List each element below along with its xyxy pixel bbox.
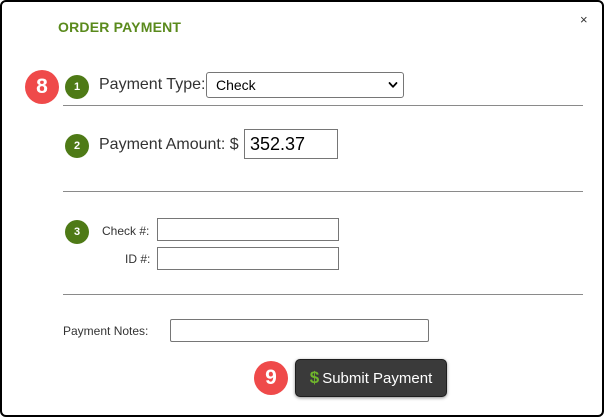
callout-marker-9: 9: [254, 361, 288, 395]
payment-amount-value: 352.37: [250, 133, 306, 154]
section-divider: [63, 294, 583, 295]
payment-type-select[interactable]: Check: [206, 72, 404, 98]
check-number-label: Check #:: [102, 224, 150, 238]
dollar-icon: $: [309, 368, 320, 387]
close-icon[interactable]: ×: [580, 12, 588, 27]
step-badge-2: 2: [65, 134, 89, 158]
payment-amount-label: Payment Amount: $: [99, 136, 239, 153]
payment-type-label: Payment Type:: [99, 76, 206, 93]
section-divider: [63, 191, 583, 192]
check-number-input[interactable]: [157, 218, 339, 241]
chevron-down-icon: [388, 82, 398, 88]
id-number-input[interactable]: [157, 247, 339, 270]
payment-notes-label: Payment Notes:: [63, 324, 149, 338]
step-badge-1: 1: [65, 75, 89, 99]
section-divider: [63, 105, 583, 106]
submit-payment-button[interactable]: $ Submit Payment: [295, 359, 447, 397]
step-badge-3: 3: [65, 220, 89, 244]
callout-marker-8: 8: [25, 70, 59, 104]
payment-notes-input[interactable]: [170, 319, 429, 342]
dialog-title: ORDER PAYMENT: [58, 19, 182, 35]
payment-type-selected-value: Check: [216, 77, 256, 93]
order-payment-dialog: ORDER PAYMENT × 8 1 Payment Type: Check …: [0, 0, 604, 417]
submit-payment-label: Submit Payment: [322, 369, 433, 387]
payment-amount-input[interactable]: 352.37: [244, 129, 338, 159]
id-number-label: ID #:: [125, 252, 151, 266]
